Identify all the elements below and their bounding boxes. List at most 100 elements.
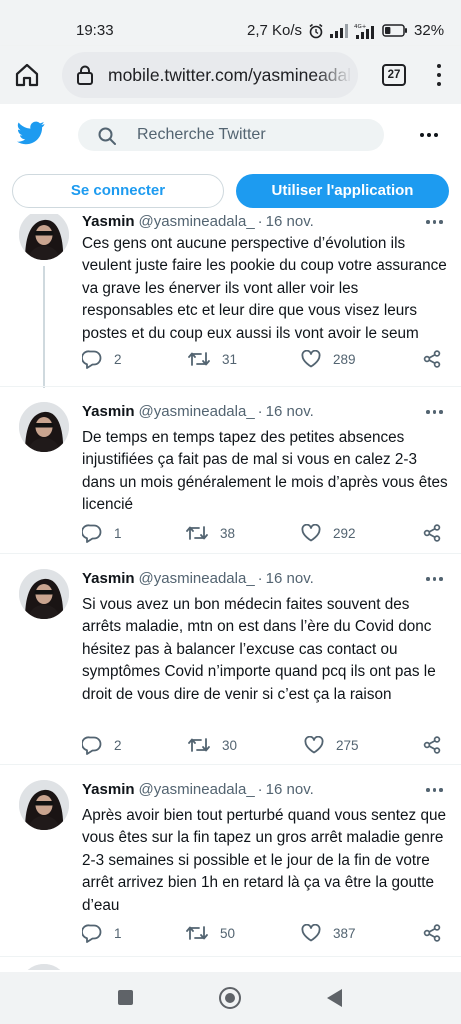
auth-buttons: Se connecter Utiliser l'application bbox=[0, 174, 461, 208]
tweet-header: Yasmin @yasmineadala_ · 16 nov. bbox=[82, 403, 314, 420]
avatar[interactable] bbox=[19, 780, 69, 830]
alarm-icon bbox=[308, 23, 324, 39]
share-icon bbox=[423, 350, 441, 368]
reply-icon bbox=[82, 350, 102, 369]
url-text[interactable]: mobile.twitter.com/yasmineadalaa bbox=[108, 65, 352, 86]
like-button[interactable]: 275 bbox=[304, 736, 359, 754]
reply-icon bbox=[82, 736, 102, 755]
share-icon bbox=[423, 736, 441, 754]
tweet-date[interactable]: 16 nov. bbox=[266, 781, 314, 798]
author-name[interactable]: Yasmin bbox=[82, 570, 135, 587]
reply-button[interactable]: 1 bbox=[82, 524, 122, 543]
avatar[interactable] bbox=[19, 402, 69, 452]
tabs-icon[interactable]: 27 bbox=[382, 64, 406, 86]
tweet-text: Si vous avez un bon médecin faites souve… bbox=[82, 596, 436, 703]
retweet-count: 50 bbox=[220, 925, 236, 941]
author-name[interactable]: Yasmin bbox=[82, 214, 135, 230]
retweet-icon bbox=[186, 926, 208, 940]
like-count: 289 bbox=[333, 351, 356, 367]
tweet-date[interactable]: 16 nov. bbox=[266, 403, 314, 420]
tweet-more-icon[interactable] bbox=[426, 410, 443, 414]
like-button[interactable]: 292 bbox=[301, 524, 356, 542]
tweet[interactable]: Yasmin @yasmineadala_ · 16 nov. De temps en… bbox=[0, 387, 461, 550]
search-input[interactable]: Recherche Twitter bbox=[78, 119, 384, 151]
signal-4g-icon: 4G+ bbox=[354, 23, 376, 39]
tweet-actions: 2 31 289 bbox=[82, 350, 452, 372]
share-button[interactable] bbox=[423, 736, 441, 754]
tweet-actions: 1 50 387 bbox=[82, 924, 452, 946]
reply-button[interactable]: 2 bbox=[82, 736, 122, 755]
recents-icon[interactable] bbox=[118, 990, 133, 1005]
address-bar[interactable]: mobile.twitter.com/yasmineadalaa bbox=[62, 52, 358, 98]
retweet-button[interactable]: 31 bbox=[188, 350, 237, 368]
battery-icon bbox=[382, 24, 408, 37]
twitter-bird-icon[interactable] bbox=[17, 121, 45, 150]
retweet-button[interactable]: 38 bbox=[186, 524, 235, 542]
tweet-header: Yasmin @yasmineadala_ · 16 nov. bbox=[82, 570, 314, 587]
tweet[interactable]: Yasmin @yasmineadala_ · 16 nov. Après avoir… bbox=[0, 765, 461, 955]
like-count: 275 bbox=[336, 737, 359, 753]
author-handle[interactable]: @yasmineadala_ bbox=[139, 214, 255, 230]
author-name[interactable]: Yasmin bbox=[82, 403, 135, 420]
author-handle[interactable]: @yasmineadala_ bbox=[139, 570, 255, 587]
tweet-date[interactable]: 16 nov. bbox=[266, 570, 314, 587]
share-button[interactable] bbox=[423, 350, 441, 368]
retweet-button[interactable]: 30 bbox=[188, 736, 237, 754]
like-count: 387 bbox=[333, 925, 356, 941]
tweet-more-icon[interactable] bbox=[426, 577, 443, 581]
avatar[interactable] bbox=[19, 214, 69, 260]
reply-count: 2 bbox=[114, 352, 122, 367]
network-type-label: 4G+ bbox=[354, 24, 367, 30]
search-placeholder: Recherche Twitter bbox=[137, 126, 266, 143]
share-button[interactable] bbox=[423, 524, 441, 542]
tweet-text: Ces gens ont aucune perspective d’évolut… bbox=[82, 235, 447, 342]
share-icon bbox=[423, 924, 441, 942]
avatar-image bbox=[19, 780, 69, 830]
tweet-more-icon[interactable] bbox=[426, 788, 443, 792]
like-button[interactable]: 289 bbox=[301, 350, 356, 368]
status-indicators: 2,7 Ko/s 4G+ 32% bbox=[247, 22, 444, 39]
search-icon bbox=[98, 127, 116, 150]
tweet-date[interactable]: 16 nov. bbox=[266, 214, 314, 230]
avatar[interactable] bbox=[19, 569, 69, 619]
network-speed: 2,7 Ko/s bbox=[247, 22, 303, 39]
author-name[interactable]: Yasmin bbox=[82, 781, 135, 798]
tweet-more-icon[interactable] bbox=[426, 220, 443, 224]
retweet-icon bbox=[188, 352, 210, 366]
home-button[interactable] bbox=[14, 62, 40, 88]
author-handle[interactable]: @yasmineadala_ bbox=[139, 403, 255, 420]
author-handle[interactable]: @yasmineadala_ bbox=[139, 781, 255, 798]
retweet-icon bbox=[188, 738, 210, 752]
browser-toolbar: mobile.twitter.com/yasmineadalaa 27 bbox=[0, 46, 461, 104]
reply-button[interactable]: 1 bbox=[82, 924, 122, 943]
like-icon bbox=[301, 350, 321, 368]
timeline: Yasmin @yasmineadala_ · 16 nov. Ces gens on… bbox=[0, 214, 461, 970]
like-icon bbox=[304, 736, 324, 754]
share-button[interactable] bbox=[423, 924, 441, 942]
reply-button[interactable]: 2 bbox=[82, 350, 122, 369]
tweet-header: Yasmin @yasmineadala_ · 16 nov. bbox=[82, 781, 314, 798]
tweet-actions: 2 30 275 bbox=[82, 736, 452, 758]
home-icon bbox=[15, 63, 39, 87]
reply-icon bbox=[82, 524, 102, 543]
more-icon[interactable] bbox=[420, 133, 438, 137]
system-nav-bar bbox=[0, 972, 461, 1024]
tweet-text: De temps en temps tapez des petites abse… bbox=[82, 429, 448, 514]
avatar[interactable] bbox=[19, 964, 69, 970]
tweet[interactable]: Yasmin @yasmineadala_ · 16 nov. Si vous ave… bbox=[0, 554, 461, 762]
retweet-count: 30 bbox=[222, 737, 238, 753]
home-circle-icon[interactable] bbox=[219, 987, 241, 1009]
avatar-image bbox=[19, 214, 69, 260]
menu-icon[interactable] bbox=[433, 62, 445, 88]
back-icon[interactable] bbox=[327, 989, 342, 1007]
status-time: 19:33 bbox=[76, 22, 114, 39]
tweet[interactable]: Yasmin @yasmineadala_ · 16 nov. Ces gens on… bbox=[0, 214, 461, 383]
retweet-count: 38 bbox=[220, 525, 236, 541]
retweet-button[interactable]: 50 bbox=[186, 924, 235, 942]
like-button[interactable]: 387 bbox=[301, 924, 356, 942]
reply-count: 2 bbox=[114, 738, 122, 753]
login-button[interactable]: Se connecter bbox=[12, 174, 224, 208]
tweet-text: Après avoir bien tout perturbé quand vou… bbox=[82, 807, 446, 914]
like-icon bbox=[301, 924, 321, 942]
open-app-button[interactable]: Utiliser l'application bbox=[236, 174, 449, 208]
